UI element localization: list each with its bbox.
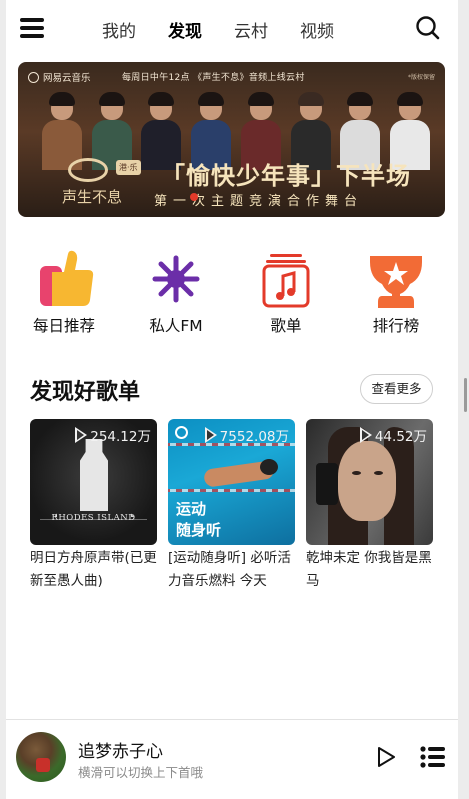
view-more-button[interactable]: 查看更多 [360,374,433,404]
section-title: 发现好歌单 [30,380,141,405]
playlist-name: [运动随身听] 必听活力音乐燃料 今天 [168,550,291,589]
play-icon[interactable] [374,745,398,769]
now-playing-title: 追梦赤子心 [78,742,163,762]
mini-player-bar[interactable]: 追梦赤子心 横滑可以切换上下首哦 [6,719,458,799]
banner-title: 「愉快少年事」下半场 [161,161,411,190]
play-count-icon [75,427,88,443]
daily-recommend-label: 每日推荐 [32,317,95,335]
playlist-cover: 运动 随身听 7552.08万 [168,419,295,545]
page-scrollbar[interactable] [464,378,467,412]
banner-indicator-dot [190,193,198,201]
tab-discover[interactable]: 发现 [168,20,202,46]
playlist-cover: 44.52万 [306,419,433,545]
play-count-icon [359,427,372,443]
daily-recommend-entry[interactable]: 每日推荐 [10,244,100,340]
thumbs-up-icon [34,248,94,310]
playlist-label: 歌单 [270,317,302,335]
album-art[interactable] [16,732,66,782]
swipe-hint: 横滑可以切换上下首哦 [78,765,204,780]
play-count-icon [204,427,217,443]
tab-mine[interactable]: 我的 [102,20,136,46]
banner-corner-text: *版权保留 [408,74,436,81]
play-count: 254.12万 [75,425,151,445]
cover-text: 运动 随身听 [176,500,222,539]
hamburger-menu-icon[interactable] [20,16,46,40]
promo-banner[interactable]: 网易云音乐 每周日中午12点 《声生不息》音频上线云村 *版权保留 港·乐 声生… [18,62,445,217]
play-count: 7552.08万 [204,425,289,445]
music-note-icon [256,248,316,310]
top-tabs: 我的 发现 云村 视频 [102,20,366,46]
playlist-name: 乾坤未定 你我皆是黑马 [306,550,432,589]
personal-fm-entry[interactable]: 私人FM [122,244,212,340]
tab-cloud-village[interactable]: 云村 [234,20,268,46]
netease-logo-icon [175,426,188,439]
banner-logo: 网易云音乐 [28,70,91,84]
tab-video[interactable]: 视频 [300,20,334,46]
banner-top-text: 每周日中午12点 《声生不息》音频上线云村 [122,73,305,83]
playlist-card[interactable]: 44.52万 乾坤未定 你我皆是黑马 [306,419,433,599]
playlist-card[interactable]: 运动 随身听 7552.08万 [运动随身听] 必听活力音乐燃料 今天 [168,419,295,599]
charts-label: 排行榜 [372,317,420,335]
quick-entry-row: 每日推荐 私人FM 歌单 排行榜 [6,244,458,340]
fm-radio-icon [146,248,206,310]
app-screen: 我的 发现 云村 视频 网易云音乐 每周日中午12点 《声生不息》音频上线云村 … [6,0,458,799]
search-icon[interactable] [414,14,442,42]
charts-entry[interactable]: 排行榜 [342,244,432,340]
playlist-name: 明日方舟原声带(已更新至愚人曲) [30,550,157,589]
play-count: 44.52万 [359,425,427,445]
banner-tag: 港·乐 [116,160,141,175]
cover-text: RHODES ISLAND [51,513,136,523]
playlist-cover: RHODES ISLAND 254.12万 [30,419,157,545]
top-nav-bar: 我的 发现 云村 视频 [6,0,458,62]
banner-subtitle: 第一次主题竞演合作舞台 [154,194,364,209]
playlist-card[interactable]: RHODES ISLAND 254.12万 明日方舟原声带(已更新至愚人曲) [30,419,157,599]
playlist-entry[interactable]: 歌单 [232,244,322,340]
banner-brand-ring [68,158,108,182]
personal-fm-label: 私人FM [149,317,203,335]
banner-brand-text: 声生不息 [62,188,123,206]
playlist-icon[interactable] [420,745,446,769]
trophy-icon [366,248,426,310]
